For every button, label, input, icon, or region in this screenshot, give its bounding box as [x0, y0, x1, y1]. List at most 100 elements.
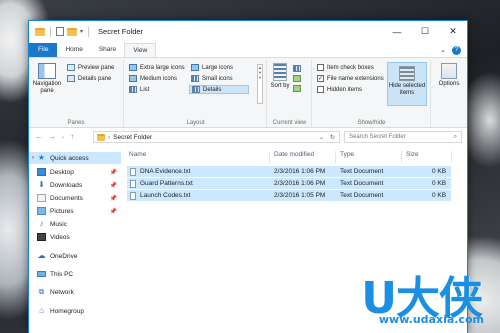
window-title: Secret Folder [98, 27, 144, 36]
nav-item-onedrive[interactable]: ☁ OneDrive [29, 250, 121, 262]
navigation-pane-label: Navigation pane [32, 81, 62, 94]
column-header-name[interactable]: Name [129, 151, 146, 158]
properties-icon[interactable] [56, 27, 64, 36]
file-date: 2/3/2016 1:06 PM [274, 168, 326, 175]
item-check-boxes-checkbox[interactable]: Item check boxes [317, 64, 374, 71]
text-file-icon [130, 168, 136, 176]
tab-file[interactable]: File [29, 43, 58, 57]
size-columns-icon[interactable] [293, 85, 301, 92]
hide-selected-items-label: Hide selected items [388, 83, 426, 96]
details-option[interactable]: Details [189, 85, 249, 94]
nav-item-label: OneDrive [50, 252, 78, 260]
nav-item-network[interactable]: ⧉ Network [29, 286, 121, 298]
address-dropdown-chevron-icon[interactable]: ⌄ [319, 134, 324, 141]
hide-selected-items-button[interactable]: Hide selected items [387, 62, 427, 106]
tab-home[interactable]: Home [57, 43, 90, 57]
item-check-boxes-label: Item check boxes [327, 64, 374, 71]
medium-icons-option[interactable]: Medium icons [129, 75, 177, 82]
options-button[interactable]: Options [434, 63, 464, 88]
nav-item-downloads[interactable]: ⬇ Downloads 📌 [29, 179, 121, 191]
nav-item-label: Network [50, 288, 74, 296]
large-icons-label: Large icons [202, 64, 234, 71]
address-box[interactable]: › Secret Folder ⌄ ↻ [93, 131, 340, 143]
file-name-extensions-checkbox[interactable]: ✓ File name extensions [317, 75, 384, 82]
nav-item-homegroup[interactable]: ⌂ Homegroup [29, 305, 121, 317]
forward-arrow-icon[interactable]: → [48, 132, 56, 141]
tab-share[interactable]: Share [91, 43, 124, 57]
search-input[interactable]: Search Secret Folder ⌕ [344, 131, 462, 143]
medium-icons-label: Medium icons [140, 75, 178, 82]
maximize-button[interactable]: ☐ [411, 21, 439, 42]
nav-item-label: Pictures [50, 207, 74, 215]
back-arrow-icon[interactable]: ← [35, 132, 43, 141]
pin-icon[interactable]: 📌 [110, 169, 117, 176]
breadcrumb-chevron-icon[interactable]: › [108, 134, 110, 141]
list-label: List [140, 86, 150, 93]
computer-icon [37, 271, 46, 277]
network-icon: ⧉ [38, 287, 45, 296]
address-actions: ⌄ ↻ [319, 134, 339, 141]
ribbon: Navigation pane Preview pane Details pan… [29, 57, 467, 128]
text-file-icon [130, 180, 136, 188]
medium-icons-icon [129, 75, 137, 82]
sort-by-button[interactable]: Sort by [270, 63, 290, 90]
preview-pane-label: Preview pane [78, 64, 115, 71]
large-icons-option[interactable]: Large icons [191, 64, 233, 71]
minimize-button[interactable]: — [383, 21, 411, 42]
navigation-pane-button[interactable]: Navigation pane [31, 63, 63, 95]
up-arrow-icon[interactable]: ↑ [70, 132, 74, 141]
group-by-icon[interactable] [293, 65, 301, 72]
column-header-size[interactable]: Size [406, 151, 419, 158]
column-header-type[interactable]: Type [340, 151, 354, 158]
recent-locations-chevron-icon[interactable]: ⌄ [61, 134, 65, 140]
list-option[interactable]: List [129, 86, 149, 93]
preview-pane-button[interactable]: Preview pane [67, 64, 114, 71]
large-icons-icon [191, 64, 199, 71]
pin-icon[interactable]: 📌 [110, 182, 117, 189]
pin-icon[interactable]: 📌 [110, 208, 117, 215]
small-icons-option[interactable]: Small icons [191, 75, 233, 82]
details-pane-button[interactable]: Details pane [67, 75, 111, 82]
breadcrumb[interactable]: Secret Folder [113, 134, 152, 141]
file-name: Launch Codes.txt [140, 192, 191, 199]
search-placeholder: Search Secret Folder [349, 134, 406, 140]
layout-gallery-scrollbar[interactable]: ▲ ▼ ▾ [257, 64, 263, 104]
details-icon [192, 86, 200, 93]
nav-item-desktop[interactable]: Desktop 📌 [29, 166, 121, 178]
refresh-icon[interactable]: ↻ [330, 134, 335, 141]
tab-view[interactable]: View [124, 43, 157, 57]
checkbox-unchecked-icon [317, 64, 324, 71]
table-row[interactable]: Guard Patterns.txt 2/3/2016 1:06 PM Text… [127, 178, 451, 189]
nav-item-quick-access[interactable]: ▾ ★ Quick access [29, 152, 121, 164]
file-size: 0 KB [432, 168, 447, 175]
expand-chevron-icon[interactable]: ▾ [29, 155, 37, 161]
nav-item-music[interactable]: ♪ Music [29, 218, 121, 230]
hidden-items-checkbox[interactable]: Hidden items [317, 86, 362, 93]
homegroup-icon: ⌂ [39, 306, 44, 315]
nav-item-documents[interactable]: Documents 📌 [29, 192, 121, 204]
nav-item-pictures[interactable]: Pictures 📌 [29, 205, 121, 217]
column-header-date-modified[interactable]: Date modified [274, 151, 314, 158]
small-icons-icon [191, 75, 199, 82]
file-date: 2/3/2016 1:05 PM [274, 192, 326, 199]
folder-icon [97, 133, 105, 141]
music-note-icon: ♪ [39, 219, 44, 228]
table-row[interactable]: DNA Evidence.txt 2/3/2016 1:06 PM Text D… [127, 166, 451, 177]
download-arrow-icon: ⬇ [38, 180, 45, 189]
table-row[interactable]: Launch Codes.txt 2/3/2016 1:05 PM Text D… [127, 190, 451, 201]
new-folder-icon[interactable] [67, 27, 77, 36]
customize-toolbar-chevron-icon[interactable]: ▾ [80, 28, 83, 35]
pin-icon[interactable]: 📌 [110, 195, 117, 202]
expand-ribbon-chevron-icon[interactable]: ⌄ [440, 46, 446, 54]
help-icon[interactable]: ? [452, 45, 461, 55]
checkbox-unchecked-icon [317, 86, 324, 93]
close-button[interactable]: ✕ [439, 21, 467, 42]
nav-item-this-pc[interactable]: This PC [29, 268, 121, 280]
nav-item-label: Homegroup [50, 307, 84, 315]
file-date: 2/3/2016 1:06 PM [274, 180, 326, 187]
extra-large-icons-option[interactable]: Extra large icons [129, 64, 185, 71]
folder-icon [35, 27, 45, 36]
add-columns-icon[interactable] [293, 75, 301, 82]
nav-item-videos[interactable]: Videos [29, 231, 121, 243]
panes-group-label: Panes [67, 120, 85, 126]
